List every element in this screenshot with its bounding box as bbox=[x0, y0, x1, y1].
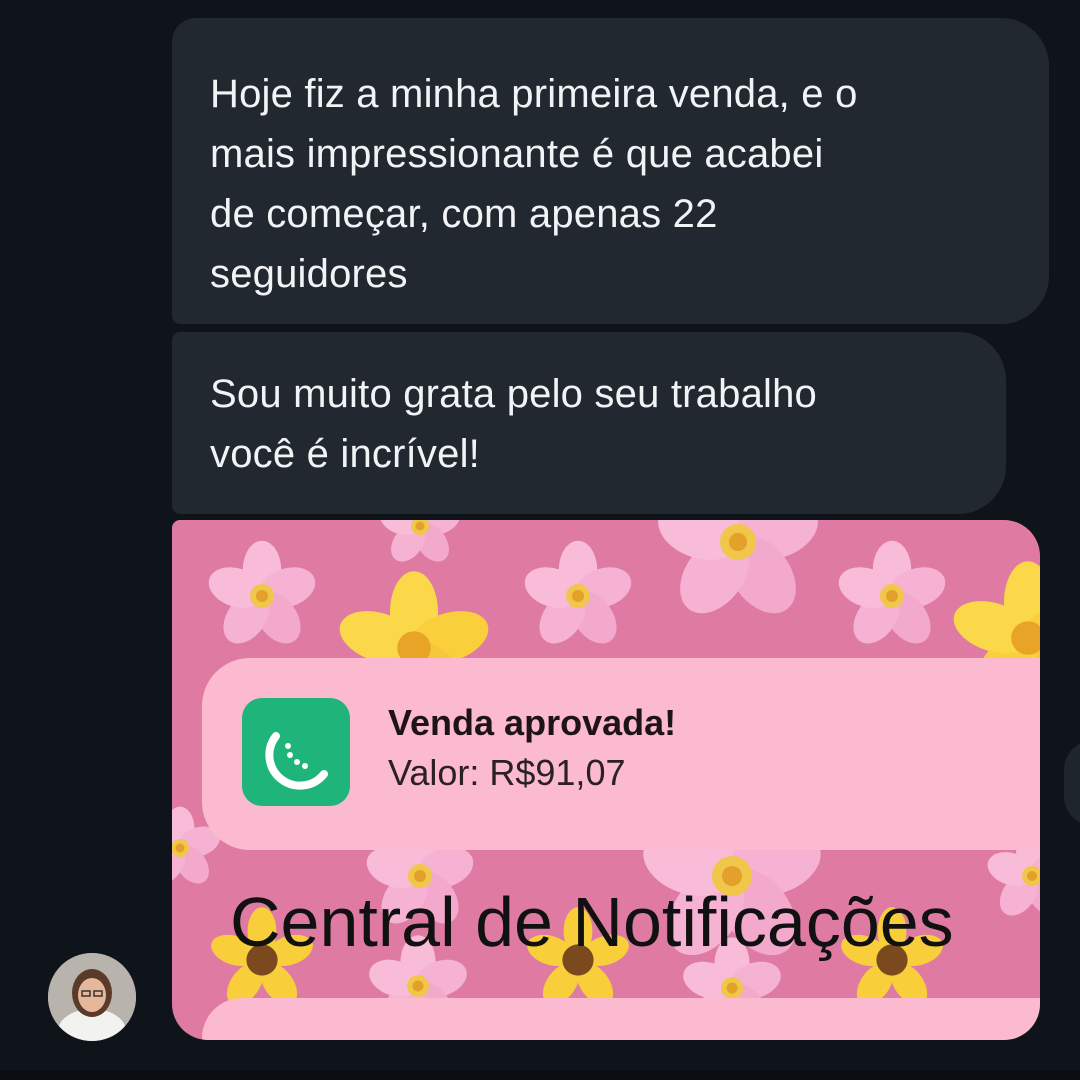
notification-title: Venda aprovada! bbox=[388, 702, 677, 743]
message-bubble[interactable]: Hoje fiz a minha primeira venda, e o mai… bbox=[172, 18, 1049, 324]
notification-value: Valor: R$91,07 bbox=[388, 752, 626, 793]
message-text: Hoje fiz a minha primeira venda, e o bbox=[210, 72, 858, 116]
chat-thread: Hoje fiz a minha primeira venda, e o mai… bbox=[0, 0, 1080, 1080]
notification-center-title: Central de Notificações bbox=[230, 883, 954, 961]
scroll-button[interactable] bbox=[1064, 740, 1080, 826]
composer-edge bbox=[0, 1070, 1080, 1080]
sale-notification: Venda aprovada! Valor: R$91,07 bbox=[202, 658, 1040, 850]
message-text: seguidores bbox=[210, 252, 408, 296]
user-avatar[interactable] bbox=[48, 953, 136, 1041]
shared-image[interactable]: Venda aprovada! Valor: R$91,07 Central d… bbox=[172, 520, 1040, 1040]
notification-card-partial bbox=[202, 998, 1040, 1040]
message-bubble[interactable]: Sou muito grata pelo seu trabalho você é… bbox=[172, 332, 1006, 514]
message-text: de começar, com apenas 22 bbox=[210, 192, 718, 236]
message-text: mais impressionante é que acabei bbox=[210, 132, 824, 176]
message-text: você é incrível! bbox=[210, 432, 480, 476]
melon-slice-icon bbox=[242, 698, 350, 806]
message-text: Sou muito grata pelo seu trabalho bbox=[210, 372, 817, 416]
